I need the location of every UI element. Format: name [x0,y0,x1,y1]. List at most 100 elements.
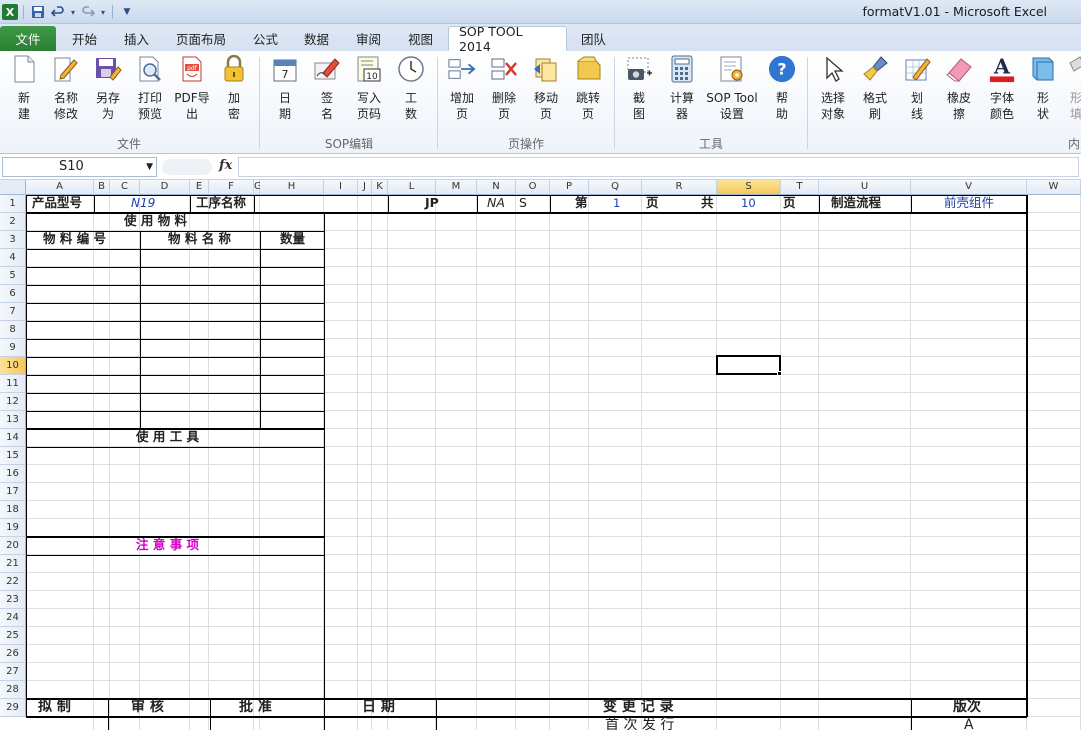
formula-input[interactable] [238,157,1079,177]
row-header-26[interactable]: 26 [0,645,26,663]
undo-icon[interactable] [49,3,67,21]
column-header-u[interactable]: U [819,180,911,195]
draw-line-button[interactable]: 划 线 [902,55,932,122]
shape-fill-button[interactable]: 形 填 [1066,55,1081,122]
column-header-b[interactable]: B [94,180,110,195]
tab-home[interactable]: 开始 [62,26,107,51]
column-header-r[interactable]: R [642,180,717,195]
save-icon[interactable] [29,3,47,21]
fill-handle[interactable] [777,371,782,376]
row-header-25[interactable]: 25 [0,627,26,645]
column-header-w[interactable]: W [1027,180,1081,195]
row-header-14[interactable]: 14 [0,429,26,447]
row-header-19[interactable]: 19 [0,519,26,537]
column-header-k[interactable]: K [372,180,388,195]
row-header-13[interactable]: 13 [0,411,26,429]
column-header-i[interactable]: I [324,180,358,195]
worksheet-grid[interactable]: ABCDEFGHIJKLMNOPQRSTUVW 1 2 3 4 5 6 7 8 9 10 11 12 1… [0,180,1081,730]
jp-text[interactable]: JP [425,195,439,211]
total-pages-value[interactable]: 10 [741,195,756,211]
tab-file[interactable]: 文件 [0,26,56,51]
row-header-10[interactable]: 10 [0,357,26,375]
active-cell-s10[interactable] [716,355,781,375]
eraser-button[interactable]: 橡皮 擦 [942,55,976,122]
work-hours-button[interactable]: 工 数 [396,55,426,122]
row-header-1[interactable]: 1 [0,195,26,213]
column-header-a[interactable]: A [26,180,94,195]
column-header-v[interactable]: V [911,180,1027,195]
column-header-f[interactable]: F [209,180,254,195]
save-as-button[interactable]: 另存 为 [92,55,124,122]
first-issue-text[interactable]: 首 次 发 行 [605,717,674,730]
row-header-7[interactable]: 7 [0,303,26,321]
add-page-button[interactable]: 增加 页 [446,55,478,122]
select-all-corner[interactable] [0,180,26,195]
excel-app-icon[interactable]: X [2,4,18,20]
tab-team[interactable]: 团队 [571,26,616,51]
row-header-17[interactable]: 17 [0,483,26,501]
print-preview-button[interactable]: 打印 预览 [134,55,166,122]
screenshot-button[interactable]: 截 图 [624,55,654,122]
column-header-d[interactable]: D [140,180,190,195]
row-header-3[interactable]: 3 [0,231,26,249]
row-header-11[interactable]: 11 [0,375,26,393]
format-painter-button[interactable]: 格式 刷 [859,55,891,122]
row-header-20[interactable]: 20 [0,537,26,555]
row-header-12[interactable]: 12 [0,393,26,411]
column-header-j[interactable]: J [358,180,372,195]
row-header-29[interactable]: 29 [0,699,26,717]
tab-view[interactable]: 视图 [398,26,443,51]
help-button[interactable]: ? 帮 助 [766,55,798,122]
row-header-22[interactable]: 22 [0,573,26,591]
s-text[interactable]: S [519,195,527,211]
row-header-5[interactable]: 5 [0,267,26,285]
page-number-value[interactable]: 1 [613,195,620,211]
column-header-t[interactable]: T [781,180,819,195]
row-header-24[interactable]: 24 [0,609,26,627]
row-header-23[interactable]: 23 [0,591,26,609]
column-header-h[interactable]: H [260,180,324,195]
row-header-16[interactable]: 16 [0,465,26,483]
row-header-27[interactable]: 27 [0,663,26,681]
undo-dropdown-icon[interactable]: ▾ [69,3,77,21]
calculator-button[interactable]: 计算 器 [666,55,698,122]
insert-function-icon[interactable]: fx [219,158,232,173]
row-header-4[interactable]: 4 [0,249,26,267]
encrypt-button[interactable]: 加 密 [220,55,248,122]
name-box-dropdown-icon[interactable]: ▼ [146,158,153,176]
jump-page-button[interactable]: 跳转 页 [572,55,604,122]
date-button[interactable]: 7 日 期 [270,55,300,122]
column-header-p[interactable]: P [550,180,589,195]
new-button[interactable]: 新 建 [10,55,38,122]
row-header-15[interactable]: 15 [0,447,26,465]
row-header-9[interactable]: 9 [0,339,26,357]
delete-page-button[interactable]: 删除 页 [488,55,520,122]
version-value[interactable]: A [964,717,974,730]
na-text[interactable]: NA [487,195,505,211]
sign-button[interactable]: 签 名 [312,55,342,122]
product-model-value[interactable]: N19 [131,195,155,211]
customize-qat-icon[interactable]: ▼ [118,3,136,21]
column-header-q[interactable]: Q [589,180,642,195]
redo-icon[interactable] [79,3,97,21]
tab-formulas[interactable]: 公式 [243,26,288,51]
column-header-l[interactable]: L [388,180,436,195]
tab-insert[interactable]: 插入 [114,26,159,51]
redo-dropdown-icon[interactable]: ▾ [99,3,107,21]
write-page-code-button[interactable]: 10 写入 页码 [353,55,385,122]
manufacturing-flow-value[interactable]: 前壳组件 [944,195,994,211]
rename-button[interactable]: 名称 修改 [50,55,82,122]
row-header-6[interactable]: 6 [0,285,26,303]
column-header-c[interactable]: C [110,180,140,195]
row-header-21[interactable]: 21 [0,555,26,573]
name-box[interactable]: S10 ▼ [2,157,157,177]
tab-data[interactable]: 数据 [294,26,339,51]
row-header-2[interactable]: 2 [0,213,26,231]
column-header-e[interactable]: E [190,180,209,195]
select-object-button[interactable]: 选择 对象 [817,55,849,122]
font-color-button[interactable]: A 字体 颜色 [982,55,1022,122]
tab-page-layout[interactable]: 页面布局 [166,26,236,51]
column-header-n[interactable]: N [477,180,516,195]
row-header-18[interactable]: 18 [0,501,26,519]
column-header-o[interactable]: O [516,180,550,195]
